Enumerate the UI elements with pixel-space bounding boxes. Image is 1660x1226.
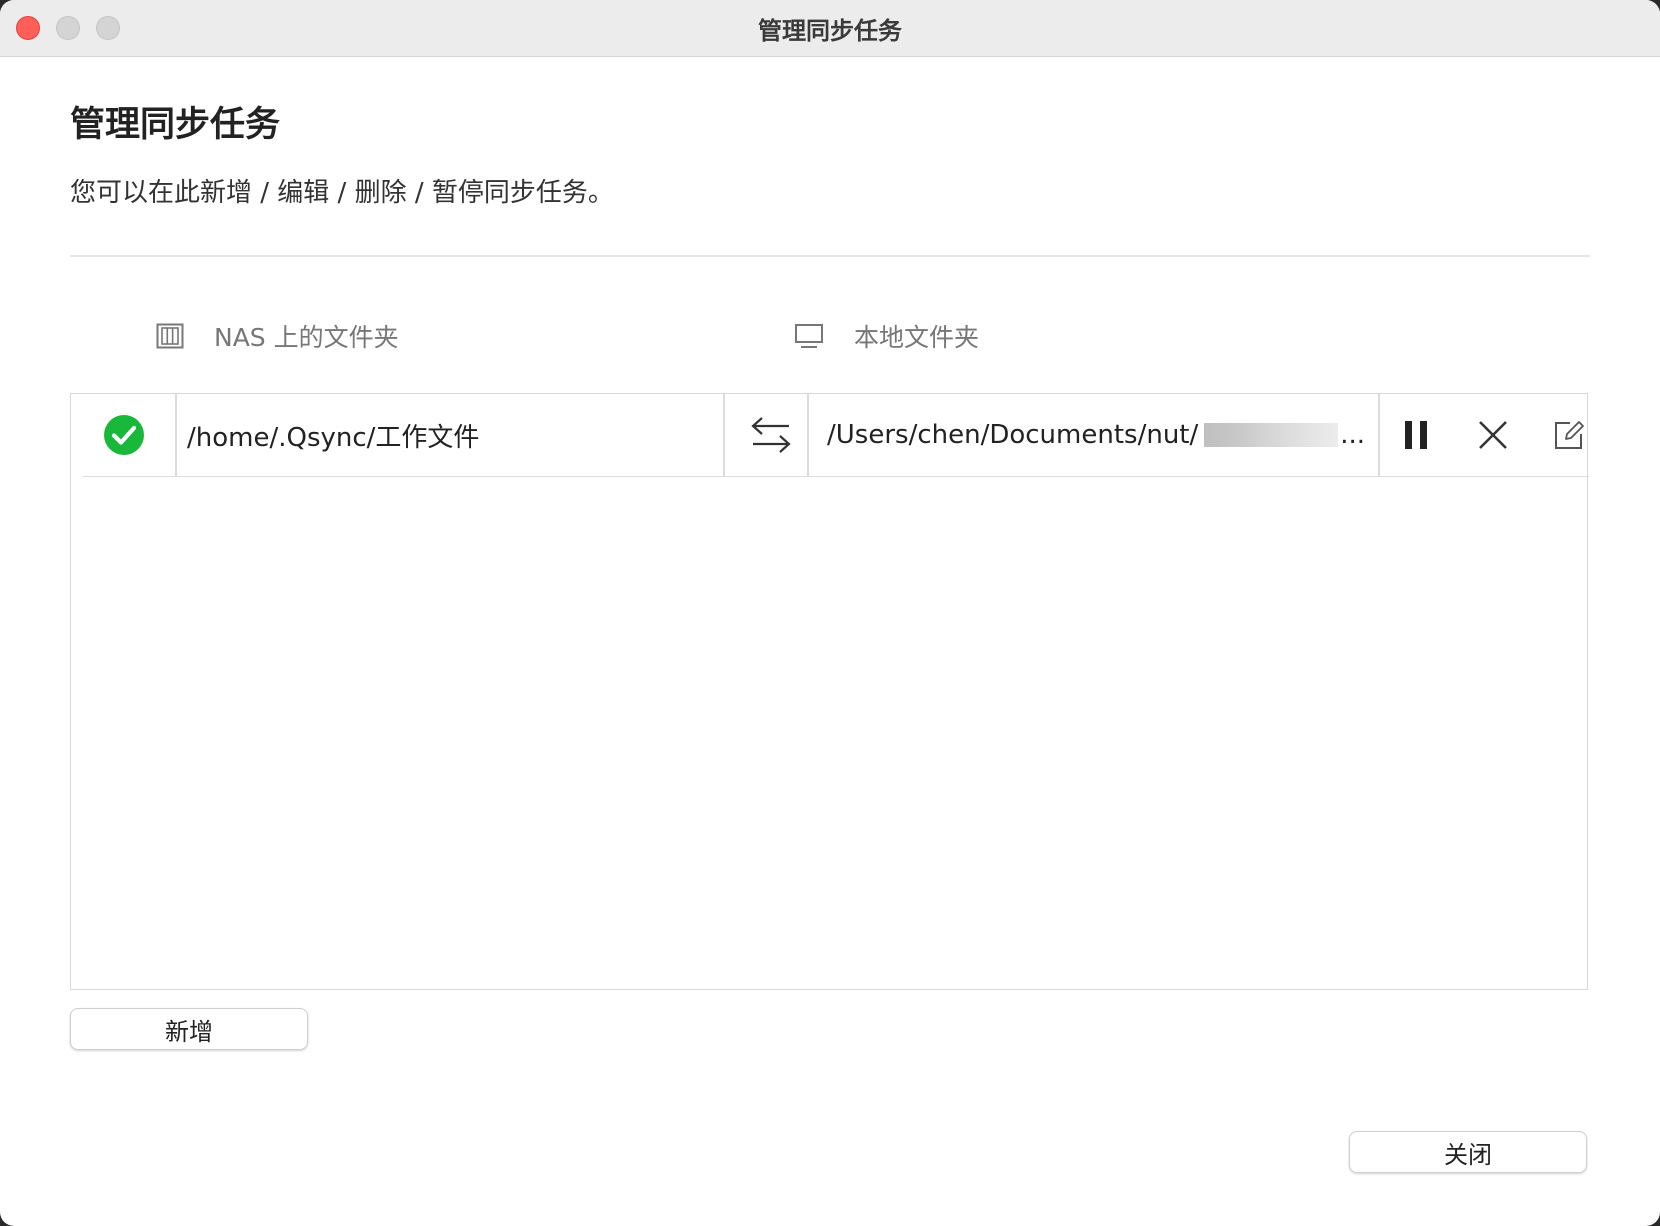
edit-button[interactable]: [1545, 411, 1593, 459]
close-x-icon: [1479, 421, 1507, 449]
column-divider: [1378, 394, 1380, 476]
edit-pencil-icon: [1555, 421, 1584, 449]
monitor-icon: [795, 324, 823, 348]
page-description: 您可以在此新增 / 编辑 / 删除 / 暂停同步任务。: [70, 178, 614, 208]
delete-button[interactable]: [1469, 411, 1517, 459]
column-header-nas-label: NAS 上的文件夹: [214, 323, 399, 352]
window-title: 管理同步任务: [758, 17, 902, 45]
column-header-local: 本地文件夹: [794, 318, 979, 354]
column-header-nas: NAS 上的文件夹: [156, 318, 399, 354]
status-cell: [83, 394, 165, 476]
pause-icon: [1405, 421, 1427, 449]
table-row[interactable]: /home/.Qsync/工作文件 /Users/chen/Documents/…: [83, 394, 1589, 477]
green-check-icon: [104, 415, 144, 455]
close-button[interactable]: 关闭: [1349, 1131, 1587, 1173]
nas-server-icon: [156, 323, 184, 349]
divider: [70, 255, 1590, 257]
local-path-text: /Users/chen/Documents/nut/: [827, 420, 1199, 450]
sync-task-table: /home/.Qsync/工作文件 /Users/chen/Documents/…: [70, 393, 1589, 990]
sync-task-window: 管理同步任务 管理同步任务 您可以在此新增 / 编辑 / 删除 / 暂停同步任务…: [0, 0, 1660, 1226]
sync-direction-cell: [731, 394, 811, 476]
add-task-button[interactable]: 新增: [70, 1008, 308, 1050]
column-header-local-label: 本地文件夹: [854, 323, 980, 352]
local-path-ellipsis: ...: [1340, 420, 1366, 450]
column-divider: [807, 394, 809, 476]
nas-path: /home/.Qsync/工作文件: [187, 422, 480, 453]
local-path: /Users/chen/Documents/nut/ ...: [827, 394, 1407, 476]
column-divider: [723, 394, 725, 476]
pause-button[interactable]: [1393, 411, 1441, 459]
redacted-path-segment: [1204, 423, 1339, 447]
title-bar[interactable]: 管理同步任务: [0, 0, 1660, 57]
bidirectional-arrows-icon: [751, 417, 791, 453]
column-divider: [175, 394, 177, 476]
page-title: 管理同步任务: [70, 105, 281, 145]
